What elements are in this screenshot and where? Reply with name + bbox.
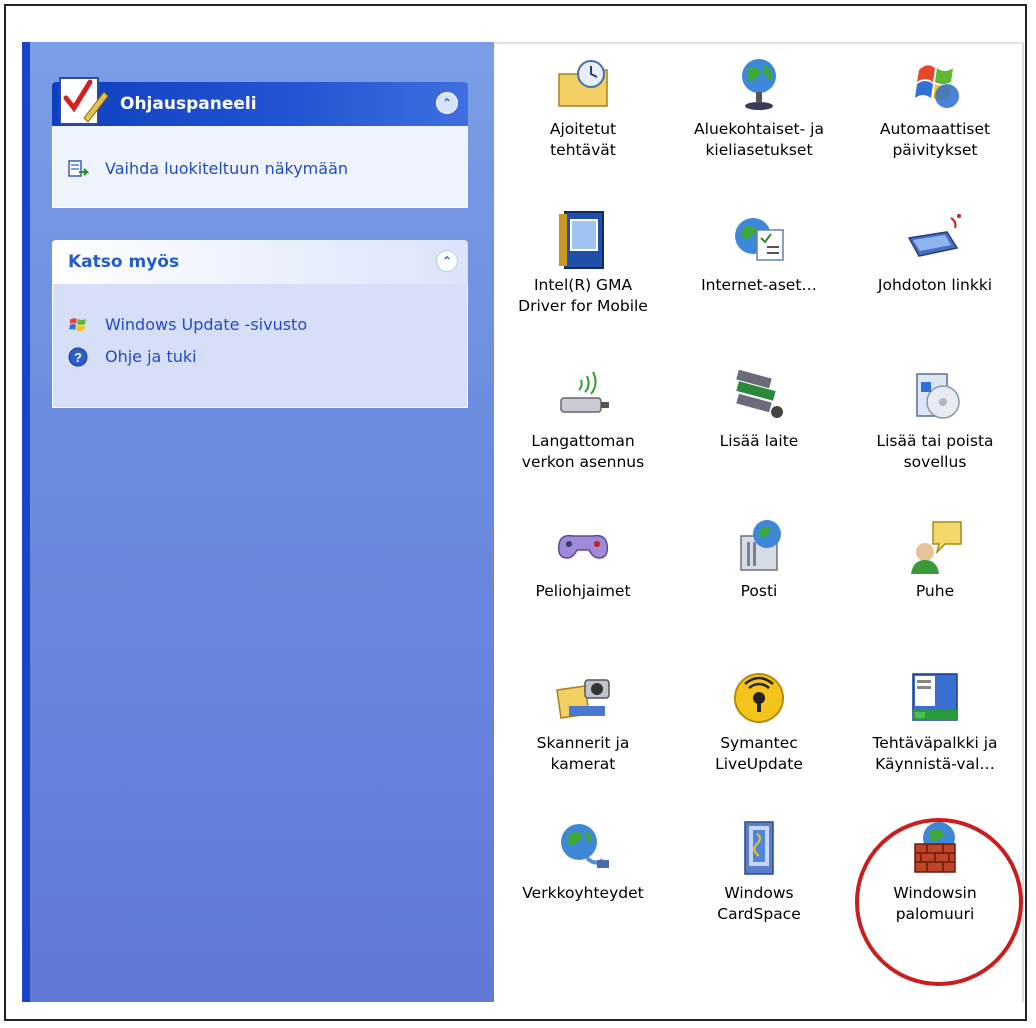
control-panel-item[interactable]: Posti	[671, 514, 847, 602]
item-label: Symantec LiveUpdate	[715, 734, 803, 773]
item-label: Skannerit ja kamerat	[536, 734, 630, 773]
item-label: Automaattiset päivitykset	[879, 120, 991, 159]
speech-icon	[911, 521, 962, 574]
item-label: Aluekohtaiset- ja kieliasetukset	[694, 120, 824, 159]
switch-view-label: Vaihda luokiteltuun näkymään	[105, 159, 349, 178]
control-panel-item[interactable]: Intel(R) GMA Driver for Mobile	[495, 208, 671, 317]
switch-view-icon	[68, 160, 89, 177]
windows-logo-icon	[69, 318, 86, 331]
taskbar-start-menu-icon	[912, 673, 958, 721]
game-controllers-icon	[557, 534, 609, 559]
control-panel-item[interactable]: Lisää tai poista sovellus	[847, 364, 1023, 473]
switch-to-category-view-link[interactable]: Vaihda luokiteltuun näkymään	[53, 156, 467, 182]
item-label: Johdoton linkki	[877, 276, 993, 294]
control-panel-item[interactable]: Johdoton linkki	[847, 208, 1023, 296]
scanners-cameras-icon	[556, 679, 610, 719]
automatic-updates-icon	[915, 65, 959, 108]
firewall-highlight-circle	[855, 818, 1023, 986]
network-connections-icon	[561, 824, 609, 868]
control-panel-item[interactable]: Skannerit ja kamerat	[495, 666, 671, 775]
wireless-link-icon	[907, 214, 961, 257]
control-panel-item[interactable]: Langattoman verkon asennus	[495, 364, 671, 473]
item-label: Lisää laite	[719, 432, 799, 450]
item-label: Tehtäväpalkki ja Käynnistä-val…	[872, 734, 998, 773]
scheduled-tasks-icon	[558, 60, 608, 107]
item-label: Windows CardSpace	[717, 884, 801, 923]
windows-update-link[interactable]: Windows Update -sivusto	[53, 312, 467, 338]
control-panel-body: Vaihda luokiteltuun näkymään	[52, 126, 468, 208]
see-also-title: Katso myös	[68, 252, 180, 272]
internet-options-icon	[735, 218, 784, 261]
control-panel-item[interactable]: Lisää laite	[671, 364, 847, 452]
item-label: Lisää tai poista sovellus	[876, 432, 994, 471]
symantec-liveupdate-icon	[734, 673, 784, 723]
control-panel-item[interactable]: Aluekohtaiset- ja kieliasetukset	[671, 52, 847, 161]
item-label: Verkkoyhteydet	[522, 884, 644, 902]
see-also-body: Windows Update -sivusto ? Ohje ja tuki	[52, 284, 468, 408]
control-panel-item[interactable]: Verkkoyhteydet	[495, 816, 671, 904]
regional-language-icon	[742, 59, 776, 110]
task-pane-edge	[22, 42, 30, 1002]
mail-icon	[740, 520, 781, 571]
add-remove-programs-icon	[916, 373, 960, 419]
item-label: Posti	[740, 582, 778, 600]
control-panel-item[interactable]: Windows CardSpace	[671, 816, 847, 925]
control-panel-box: Ohjauspaneeli ⌃ Vaihda luokiteltuun näky…	[52, 82, 468, 208]
help-support-label: Ohje ja tuki	[105, 347, 197, 366]
control-panel-item[interactable]: Ajoitetut tehtävät	[495, 52, 671, 161]
control-panel-item[interactable]: Tehtäväpalkki ja Käynnistä-val…	[847, 666, 1023, 775]
item-label: Peliohjaimet	[535, 582, 631, 600]
item-label: Langattoman verkon asennus	[521, 432, 645, 471]
svg-text:?: ?	[74, 350, 82, 365]
add-hardware-icon	[736, 369, 783, 418]
control-panel-item[interactable]: Peliohjaimet	[495, 514, 671, 602]
see-also-box: Katso myös ⌃ Windows Update -sivusto ? O…	[52, 240, 468, 408]
control-panel-item[interactable]: Symantec LiveUpdate	[671, 666, 847, 775]
cardspace-icon	[744, 821, 774, 875]
item-label: Internet-aset…	[701, 276, 817, 294]
collapse-chevron-icon[interactable]: ⌃	[436, 250, 458, 272]
windows-update-label: Windows Update -sivusto	[105, 315, 308, 334]
control-panel-title: Ohjauspaneeli	[120, 94, 257, 114]
control-panel-checklist-icon	[59, 77, 109, 125]
wireless-network-setup-icon	[560, 371, 609, 413]
control-panel-item[interactable]: Internet-aset…	[671, 208, 847, 296]
intel-gma-icon	[559, 211, 604, 269]
item-label: Puhe	[915, 582, 955, 600]
control-panel-header[interactable]: Ohjauspaneeli ⌃	[52, 82, 468, 126]
item-label: Intel(R) GMA Driver for Mobile	[518, 276, 648, 315]
item-label: Ajoitetut tehtävät	[549, 120, 617, 159]
control-panel-item[interactable]: Puhe	[847, 514, 1023, 602]
help-icon: ?	[68, 347, 88, 367]
control-panel-item[interactable]: Automaattiset päivitykset	[847, 52, 1023, 161]
collapse-chevron-icon[interactable]: ⌃	[436, 92, 458, 114]
help-support-link[interactable]: ? Ohje ja tuki	[53, 344, 467, 370]
see-also-header[interactable]: Katso myös ⌃	[52, 240, 468, 284]
